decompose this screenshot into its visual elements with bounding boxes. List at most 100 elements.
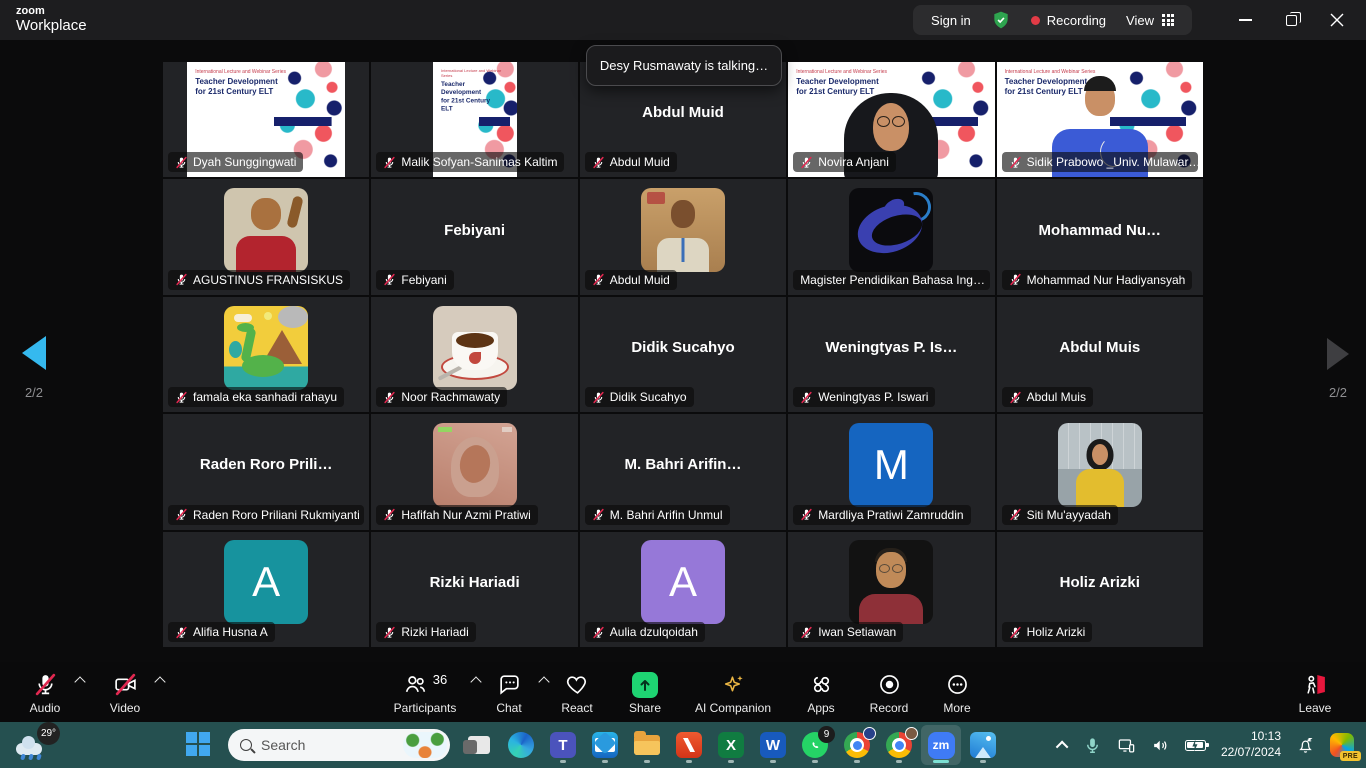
chat-button[interactable]: Chat <box>486 670 532 715</box>
zoom-app-button[interactable]: zm <box>921 725 961 765</box>
participant-tile[interactable]: famala eka sanhadi rahayu <box>163 297 369 412</box>
share-button[interactable]: Share <box>622 670 668 715</box>
file-explorer-button[interactable] <box>627 725 667 765</box>
gallery-prev-page-button[interactable]: 2/2 <box>12 336 56 400</box>
participant-tile[interactable]: Abdul Muid <box>580 179 786 294</box>
audio-button[interactable]: Audio <box>22 670 68 715</box>
security-shield-icon[interactable] <box>991 10 1011 30</box>
participant-tile[interactable]: Magister Pendidikan Bahasa Ing… <box>788 179 994 294</box>
participant-tile[interactable]: International Lecture and Webinar Series… <box>788 62 994 177</box>
mail-app-button[interactable] <box>585 725 625 765</box>
photos-app-button[interactable] <box>963 725 1003 765</box>
participants-icon <box>403 672 428 697</box>
muted-mic-icon <box>800 508 813 521</box>
participant-tile[interactable]: Didik SucahyoDidik Sucahyo <box>580 297 786 412</box>
participant-tile[interactable]: Raden Roro Prili…Raden Roro Priliani Ruk… <box>163 414 369 529</box>
participant-tile[interactable]: Noor Rachmawaty <box>371 297 577 412</box>
window-titlebar: zoom Workplace Sign in Recording View <box>0 0 1366 40</box>
gallery-next-page-button[interactable]: 2/2 <box>1318 338 1358 400</box>
participant-tile[interactable]: FebiyaniFebiyani <box>371 179 577 294</box>
tray-notification-bell-icon[interactable] <box>1296 736 1315 755</box>
task-view-button[interactable] <box>459 725 499 765</box>
chrome-profile-badge <box>905 727 918 740</box>
participant-tile[interactable]: Holiz ArizkiHoliz Arizki <box>997 532 1203 647</box>
tray-overflow-chevron-icon[interactable] <box>1056 740 1069 753</box>
participant-tile[interactable]: International Lecture and Webinar Series… <box>163 62 369 177</box>
muted-mic-icon <box>175 508 188 521</box>
participant-name-text: Dyah Sunggingwati <box>193 155 296 169</box>
participants-button[interactable]: 36 Participants <box>386 670 464 715</box>
whatsapp-app-button[interactable]: 9 <box>795 725 835 765</box>
participant-tile[interactable]: AAulia dzulqoidah <box>580 532 786 647</box>
record-button[interactable]: Record <box>866 670 912 715</box>
record-label: Record <box>870 701 909 715</box>
next-page-arrow-icon[interactable] <box>1327 338 1349 370</box>
chrome-profile1-button[interactable] <box>837 725 877 765</box>
participant-tile[interactable]: MMardliya Pratiwi Zamruddin <box>788 414 994 529</box>
chat-label: Chat <box>496 701 521 715</box>
mail-icon <box>592 732 618 758</box>
edge-app-button[interactable] <box>501 725 541 765</box>
react-button[interactable]: React <box>554 670 600 715</box>
whatsapp-icon: 9 <box>802 732 828 758</box>
tray-mic-icon[interactable] <box>1083 736 1102 755</box>
participant-name-text: Febiyani <box>401 273 446 287</box>
participant-tile[interactable]: Iwan Setiawan <box>788 532 994 647</box>
participant-label: Mohammad Nur Hadiyansyah <box>1002 270 1193 290</box>
avatar <box>849 540 933 624</box>
participant-tile[interactable]: International Lecture and Webinar Series… <box>371 62 577 177</box>
participant-tile[interactable]: AGUSTINUS FRANSISKUS <box>163 179 369 294</box>
more-button[interactable]: More <box>934 670 980 715</box>
participant-tile[interactable]: Rizki HariadiRizki Hariadi <box>371 532 577 647</box>
participant-tile[interactable]: AAlifia Husna A <box>163 532 369 647</box>
participant-label: Novira Anjani <box>793 152 896 172</box>
taskbar-search-box[interactable]: Search <box>228 729 450 761</box>
view-button[interactable]: View <box>1126 13 1174 28</box>
participant-tile[interactable]: Weningtyas P. Is…Weningtyas P. Iswari <box>788 297 994 412</box>
audio-options-caret[interactable] <box>74 676 85 687</box>
prev-page-arrow-icon[interactable] <box>22 336 46 370</box>
participant-label: Febiyani <box>376 270 453 290</box>
weather-widget[interactable]: 29° <box>16 729 52 761</box>
pdf-app-button[interactable] <box>669 725 709 765</box>
excel-app-button[interactable]: X <box>711 725 751 765</box>
muted-mic-icon <box>592 273 605 286</box>
participant-tile[interactable]: Siti Mu'ayyadah <box>997 414 1203 529</box>
participant-label: Raden Roro Priliani Rukmiyanti <box>168 505 364 525</box>
video-button[interactable]: Video <box>102 670 148 715</box>
tray-cast-icon[interactable] <box>1117 736 1136 755</box>
muted-mic-icon <box>1009 508 1022 521</box>
participant-name-center: Weningtyas P. Is… <box>788 297 994 398</box>
muted-mic-icon <box>592 391 605 404</box>
chat-options-caret[interactable] <box>538 676 549 687</box>
sign-in-button[interactable]: Sign in <box>931 13 971 28</box>
ai-companion-button[interactable]: AI Companion <box>690 670 776 715</box>
copilot-icon[interactable]: PRE <box>1330 733 1354 757</box>
search-highlight-image[interactable] <box>403 732 447 758</box>
tray-battery-icon[interactable] <box>1185 740 1206 751</box>
tray-volume-icon[interactable] <box>1151 736 1170 755</box>
teams-app-button[interactable]: T <box>543 725 583 765</box>
apps-button[interactable]: Apps <box>798 670 844 715</box>
participant-tile[interactable]: M. Bahri Arifin…M. Bahri Arifin Unmul <box>580 414 786 529</box>
audio-label: Audio <box>30 701 61 715</box>
participant-tile[interactable]: Mohammad Nu…Mohammad Nur Hadiyansyah <box>997 179 1203 294</box>
start-button[interactable] <box>186 732 212 758</box>
titlebar-status-pill: Sign in Recording View <box>913 5 1192 35</box>
chrome-profile2-button[interactable] <box>879 725 919 765</box>
leave-button[interactable]: Leave <box>1292 670 1338 715</box>
participant-name-text: Aulia dzulqoidah <box>610 625 698 639</box>
word-app-button[interactable]: W <box>753 725 793 765</box>
participant-tile[interactable]: International Lecture and Webinar Series… <box>997 62 1203 177</box>
participants-options-caret[interactable] <box>470 676 481 687</box>
zoom-workplace-logo: zoom Workplace <box>16 6 87 33</box>
video-options-caret[interactable] <box>154 676 165 687</box>
windows-logo-icon <box>186 732 197 743</box>
participant-tile[interactable]: Abdul MuisAbdul Muis <box>997 297 1203 412</box>
restore-button[interactable] <box>1268 0 1314 40</box>
participant-tile[interactable]: Hafifah Nur Azmi Pratiwi <box>371 414 577 529</box>
minimize-button[interactable] <box>1222 0 1268 40</box>
participant-name-text: Raden Roro Priliani Rukmiyanti <box>193 508 360 522</box>
tray-clock[interactable]: 10:13 22/07/2024 <box>1221 729 1281 760</box>
close-button[interactable] <box>1314 0 1360 40</box>
